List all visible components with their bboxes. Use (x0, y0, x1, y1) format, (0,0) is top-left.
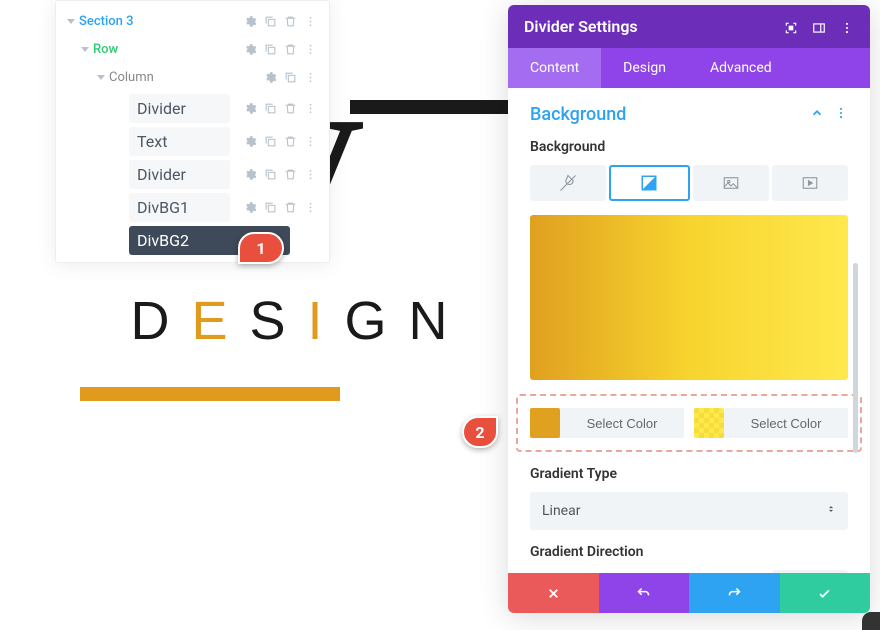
wireframe-module-divbg1[interactable]: DivBG1 (61, 191, 324, 224)
settings-header: Divider Settings (508, 5, 870, 48)
scan-icon[interactable] (784, 20, 798, 34)
color-selectors-row: Select Color Select Color (516, 394, 862, 452)
caret-down-icon (97, 75, 105, 80)
caret-down-icon (67, 19, 75, 24)
duplicate-icon[interactable] (282, 69, 298, 85)
color-picker-2: Select Color (694, 408, 848, 438)
gear-icon[interactable] (242, 101, 258, 117)
trash-icon[interactable] (282, 101, 298, 117)
gradient-direction-value[interactable]: 90deg (772, 570, 848, 573)
gear-icon[interactable] (262, 69, 278, 85)
gear-icon[interactable] (242, 13, 258, 29)
trash-icon[interactable] (282, 13, 298, 29)
gradient-direction-row: 90deg (530, 570, 848, 573)
wireframe-module-divider[interactable]: Divider (61, 92, 324, 125)
section-label: Section 3 (79, 14, 134, 29)
wireframe-module-divbg2[interactable]: DivBG2 (61, 224, 324, 257)
undo-button[interactable] (599, 573, 690, 613)
trash-icon[interactable] (282, 167, 298, 183)
gradient-preview (530, 215, 848, 380)
gradient-direction-label: Gradient Direction (530, 544, 848, 560)
gear-icon[interactable] (242, 167, 258, 183)
dots-vertical-icon[interactable] (840, 20, 854, 34)
dots-vertical-icon[interactable] (302, 134, 318, 150)
trash-icon[interactable] (282, 134, 298, 150)
wireframe-column[interactable]: Column (61, 64, 324, 90)
dots-vertical-icon[interactable] (302, 69, 318, 85)
caret-down-icon (81, 47, 89, 52)
module-label: Divider (129, 160, 230, 189)
column-label: Column (109, 70, 154, 85)
row-label: Row (93, 42, 118, 57)
settings-tabs: Content Design Advanced (508, 48, 870, 88)
duplicate-icon[interactable] (262, 134, 278, 150)
chevron-up-icon[interactable] (810, 105, 824, 124)
tab-design[interactable]: Design (601, 48, 688, 88)
wireframe-section[interactable]: Section 3 (61, 8, 324, 34)
duplicate-icon[interactable] (262, 101, 278, 117)
select-color-2-button[interactable]: Select Color (724, 408, 848, 438)
callout-marker-1: 1 (238, 232, 284, 264)
bg-type-video[interactable] (772, 165, 848, 201)
cancel-button[interactable] (508, 573, 599, 613)
decorative-bar-top (350, 100, 510, 114)
module-label: Text (129, 127, 230, 156)
dots-vertical-icon[interactable] (834, 105, 848, 124)
color-swatch-2[interactable] (694, 408, 724, 438)
dots-vertical-icon[interactable] (302, 101, 318, 117)
bg-type-image[interactable] (693, 165, 769, 201)
duplicate-icon[interactable] (262, 200, 278, 216)
color-picker-1: Select Color (530, 408, 684, 438)
background-label: Background (530, 139, 848, 155)
dots-vertical-icon[interactable] (302, 13, 318, 29)
trash-icon[interactable] (282, 200, 298, 216)
gradient-type-dropdown[interactable]: Linear (530, 492, 848, 530)
dots-vertical-icon[interactable] (302, 41, 318, 57)
decorative-bar-bottom (80, 387, 340, 401)
section-actions (242, 13, 318, 29)
background-type-tabs (530, 165, 848, 201)
gear-icon[interactable] (242, 41, 258, 57)
duplicate-icon[interactable] (262, 167, 278, 183)
wireframe-module-divider-2[interactable]: Divider (61, 158, 324, 191)
design-text: DESIGN (80, 290, 520, 352)
wireframe-module-text[interactable]: Text (61, 125, 324, 158)
select-arrows-icon (826, 502, 836, 520)
callout-marker-2: 2 (462, 416, 498, 448)
gradient-type-label: Gradient Type (530, 466, 848, 482)
module-label: DivBG1 (129, 193, 230, 222)
tab-advanced[interactable]: Advanced (688, 48, 794, 88)
bg-type-gradient[interactable] (609, 165, 689, 201)
gear-icon[interactable] (302, 233, 318, 249)
settings-title: Divider Settings (524, 17, 638, 36)
scrollbar[interactable] (853, 263, 858, 453)
trash-icon[interactable] (282, 41, 298, 57)
bg-type-color[interactable] (530, 165, 606, 201)
dots-vertical-icon[interactable] (302, 167, 318, 183)
wireframe-panel: Section 3 Row Column Divider (55, 0, 330, 263)
redo-button[interactable] (689, 573, 780, 613)
corner-handle[interactable] (862, 612, 880, 630)
panel-icon[interactable] (812, 20, 826, 34)
save-button[interactable] (780, 573, 871, 613)
gear-icon[interactable] (242, 200, 258, 216)
settings-body: Background Background Select Color Selec… (508, 88, 870, 573)
gradient-type-value: Linear (542, 503, 580, 519)
gear-icon[interactable] (242, 134, 258, 150)
divider-settings-modal: Divider Settings Content Design Advanced… (508, 5, 870, 613)
select-color-1-button[interactable]: Select Color (560, 408, 684, 438)
duplicate-icon[interactable] (262, 41, 278, 57)
color-swatch-1[interactable] (530, 408, 560, 438)
section-heading-background[interactable]: Background (530, 104, 626, 125)
dots-vertical-icon[interactable] (302, 200, 318, 216)
module-label: Divider (129, 94, 230, 123)
wireframe-row[interactable]: Row (61, 36, 324, 62)
settings-footer (508, 573, 870, 613)
duplicate-icon[interactable] (262, 13, 278, 29)
tab-content[interactable]: Content (508, 48, 601, 88)
